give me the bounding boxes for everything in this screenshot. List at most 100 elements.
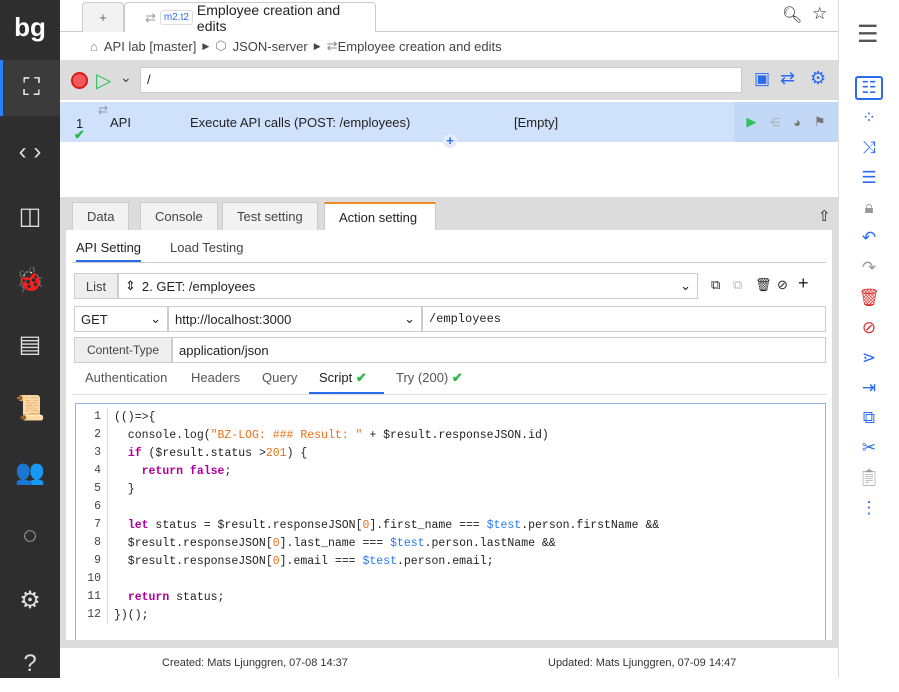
host-value: http://localhost:3000 bbox=[175, 311, 292, 327]
code-token: 201 bbox=[265, 446, 287, 460]
sidebar-item-help[interactable]: ? bbox=[0, 636, 60, 692]
tab-headers[interactable]: Headers bbox=[191, 370, 240, 394]
more-vertical-icon[interactable]: ⋮ bbox=[855, 496, 883, 520]
script-editor[interactable]: 1 (()=>{2 console.log("BZ-LOG: ### Result… bbox=[75, 403, 826, 640]
path-input[interactable]: / bbox=[140, 67, 742, 93]
record-button[interactable] bbox=[71, 72, 88, 89]
swap-icon[interactable]: ⇄ bbox=[780, 68, 795, 89]
api-swap-icon: ⇄ bbox=[145, 9, 156, 25]
new-tab-button[interactable]: + bbox=[82, 2, 124, 32]
sidebar-item-users[interactable]: 👥 bbox=[0, 444, 60, 500]
tab-load-testing[interactable]: Load Testing bbox=[170, 240, 244, 255]
code-line: 2 console.log("BZ-LOG: ### Result: " + $… bbox=[76, 426, 825, 444]
search-icon[interactable]: 🔍︎ bbox=[782, 5, 802, 25]
check-icon: ✔ bbox=[451, 370, 463, 385]
gear-icon[interactable]: ⚙ bbox=[810, 68, 826, 89]
code-token: .person.email; bbox=[396, 554, 494, 568]
timer-icon[interactable]: ◕ bbox=[793, 115, 801, 130]
line-number: 7 bbox=[76, 516, 108, 534]
sidebar-item-code-brackets[interactable]: ‹ › bbox=[0, 124, 60, 180]
list-icon[interactable]: ☷ bbox=[855, 76, 883, 100]
undo-icon[interactable]: ↶ bbox=[855, 226, 883, 250]
footer: Created: Mats Ljunggren, 07-08 14:37 Upd… bbox=[60, 648, 838, 678]
copy-icon[interactable]: ⧉ bbox=[711, 277, 720, 293]
code-line: 11 return status; bbox=[76, 588, 825, 606]
users-icon: 👥 bbox=[15, 458, 45, 486]
play-icon[interactable]: ▶ bbox=[746, 114, 756, 130]
tab-active[interactable]: ⇄ m2.t2 Employee creation and edits bbox=[124, 2, 376, 34]
path-field[interactable]: /employees bbox=[422, 306, 826, 332]
lock-icon[interactable]: 🔒︎ bbox=[855, 196, 883, 220]
dots-tree-icon[interactable]: ⁘ bbox=[855, 106, 883, 130]
sidebar-item-bug[interactable]: 🐞 bbox=[0, 252, 60, 308]
help-icon: ? bbox=[23, 650, 37, 677]
host-select[interactable]: http://localhost:3000 ⌄ bbox=[168, 306, 422, 332]
sidebar-item-hierarchy[interactable]: ⛶ bbox=[0, 60, 60, 116]
detail-panel: Data Console Test setting Action setting… bbox=[60, 197, 838, 648]
paste-icon[interactable]: 📋︎ bbox=[855, 466, 883, 490]
tab-badge: m2.t2 bbox=[159, 10, 193, 25]
flag-icon[interactable]: ⚑ bbox=[814, 114, 826, 130]
cut-icon[interactable]: ✂ bbox=[855, 436, 883, 460]
window-icon[interactable]: ▣ bbox=[754, 69, 770, 89]
tab-script[interactable]: Script ✔ bbox=[309, 370, 384, 394]
chevron-down-icon: ⌄ bbox=[680, 278, 691, 293]
shuffle-icon[interactable]: ⤨ bbox=[855, 136, 883, 160]
block-icon[interactable]: ⊘ bbox=[855, 316, 883, 340]
sidebar-item-sync[interactable]: ◌ bbox=[0, 508, 60, 564]
split-icon[interactable]: ⇥ bbox=[855, 376, 883, 400]
play-button[interactable]: ▷ bbox=[96, 68, 111, 93]
tab-try[interactable]: Try (200) ✔ bbox=[396, 370, 463, 394]
chevron-down-icon: ⌄ bbox=[404, 311, 415, 326]
branch-icon[interactable]: ⋲ bbox=[769, 116, 780, 129]
tab-test-setting[interactable]: Test setting bbox=[222, 202, 318, 230]
collapse-up-icon[interactable]: ⇧ bbox=[818, 207, 831, 225]
reorder-icon[interactable]: ☰ bbox=[855, 166, 883, 190]
tab-console[interactable]: Console bbox=[140, 202, 218, 230]
merge-icon[interactable]: ⋗ bbox=[855, 346, 883, 370]
star-icon[interactable]: ☆ bbox=[812, 4, 827, 24]
check-icon: ✔ bbox=[355, 370, 367, 385]
line-number: 5 bbox=[76, 480, 108, 498]
tab-api-setting[interactable]: API Setting bbox=[76, 240, 142, 262]
sidebar-item-components[interactable]: ◫ bbox=[0, 188, 60, 244]
code-token: status = $result.responseJSON[ bbox=[148, 518, 363, 532]
sidebar-item-script[interactable]: 📜 bbox=[0, 380, 60, 436]
code-line: 12})(); bbox=[76, 606, 825, 624]
sidebar-item-settings[interactable]: ⚙ bbox=[0, 572, 60, 628]
code-token: 0 bbox=[272, 536, 280, 550]
hamburger-menu-icon[interactable]: ☰ bbox=[857, 20, 879, 49]
copy-icon[interactable]: ⧉ bbox=[855, 406, 883, 430]
add-step-button[interactable]: + bbox=[443, 134, 457, 148]
run-toolbar: ▷ ⌄ / ▣ ⇄ ⚙ bbox=[60, 60, 838, 100]
paste-icon[interactable]: ⧉ bbox=[733, 277, 742, 293]
breadcrumb-item[interactable]: API lab [master] bbox=[104, 39, 196, 54]
add-icon[interactable]: + bbox=[798, 273, 809, 294]
code-token: ) { bbox=[286, 446, 308, 460]
code-token: console.log( bbox=[114, 428, 211, 442]
disable-icon[interactable]: ⊘ bbox=[777, 277, 788, 293]
code-token: ].last_name === bbox=[279, 536, 391, 550]
code-line: 8 $result.responseJSON[0].last_name === … bbox=[76, 534, 825, 552]
line-number: 11 bbox=[76, 588, 108, 606]
chevron-down-icon[interactable]: ⌄ bbox=[120, 69, 132, 86]
trash-icon[interactable]: 🗑︎ bbox=[755, 277, 772, 293]
step-select-value: 2. GET: /employees bbox=[141, 278, 256, 294]
tab-query[interactable]: Query bbox=[262, 370, 297, 394]
delete-icon[interactable]: 🗑︎ bbox=[855, 286, 883, 310]
sidebar-item-report[interactable]: ▤ bbox=[0, 316, 60, 372]
row-actions: ▶ ⋲ ◕ ⚑ bbox=[734, 102, 838, 142]
redo-icon[interactable]: ↷ bbox=[855, 256, 883, 280]
method-select[interactable]: GET ⌄ bbox=[74, 306, 168, 332]
tab-data[interactable]: Data bbox=[72, 202, 130, 230]
step-select[interactable]: ⇕ 2. GET: /employees ⌄ bbox=[118, 273, 698, 299]
line-number: 4 bbox=[76, 462, 108, 480]
breadcrumb-item[interactable]: JSON-server bbox=[233, 39, 308, 54]
tab-action-setting[interactable]: Action setting bbox=[324, 202, 436, 230]
settings-icon: ⚙ bbox=[19, 586, 41, 614]
tab-authentication[interactable]: Authentication bbox=[85, 370, 167, 394]
code-token: + $result.responseJSON.id) bbox=[362, 428, 549, 442]
content-type-field[interactable]: application/json bbox=[172, 337, 826, 363]
breadcrumb-item[interactable]: Employee creation and edits bbox=[338, 39, 502, 54]
